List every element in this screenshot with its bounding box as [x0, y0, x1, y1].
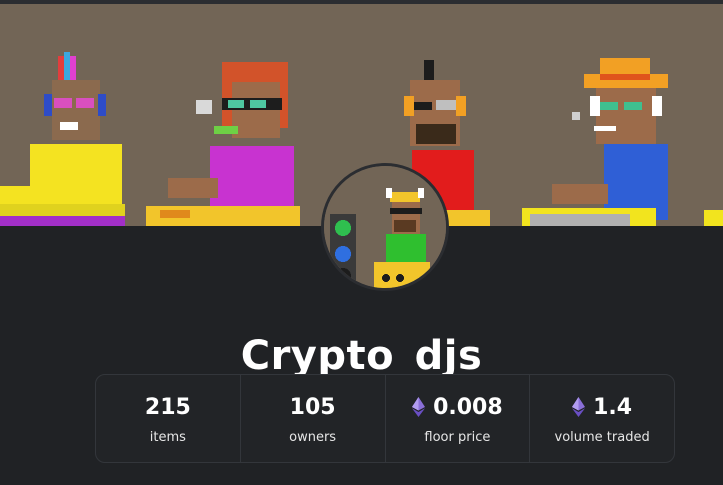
stat-owners[interactable]: 105 owners [241, 375, 386, 462]
stat-owners-value: 105 [290, 392, 336, 422]
stat-owners-number: 105 [289, 394, 336, 420]
banner-dj-magenta [146, 62, 300, 226]
stat-volume-traded-value: 1.4 [572, 392, 632, 422]
ethereum-icon [572, 397, 586, 417]
stat-items[interactable]: 215 items [96, 375, 241, 462]
stat-floor-price-label: floor price [424, 430, 491, 445]
banner-dj-yellow [0, 52, 125, 226]
collection-stats: 215 items 105 owners 0.008 floor price 1… [95, 374, 675, 463]
stat-volume-traded-number: 1.4 [593, 394, 633, 420]
stat-volume-traded[interactable]: 1.4 volume traded [530, 375, 674, 462]
ethereum-icon [412, 397, 426, 417]
stat-items-label: items [149, 430, 186, 445]
collection-name: Crypto_djs [240, 332, 483, 379]
collection-avatar [321, 163, 449, 291]
banner-dj-blue [522, 58, 723, 226]
stat-floor-price-value: 0.008 [412, 392, 503, 422]
stat-floor-price-number: 0.008 [433, 394, 503, 420]
stat-owners-label: owners [289, 430, 337, 445]
stat-items-number: 215 [144, 394, 191, 420]
stat-items-value: 215 [145, 392, 191, 422]
stat-floor-price[interactable]: 0.008 floor price [386, 375, 531, 462]
stat-volume-traded-label: volume traded [554, 430, 650, 445]
